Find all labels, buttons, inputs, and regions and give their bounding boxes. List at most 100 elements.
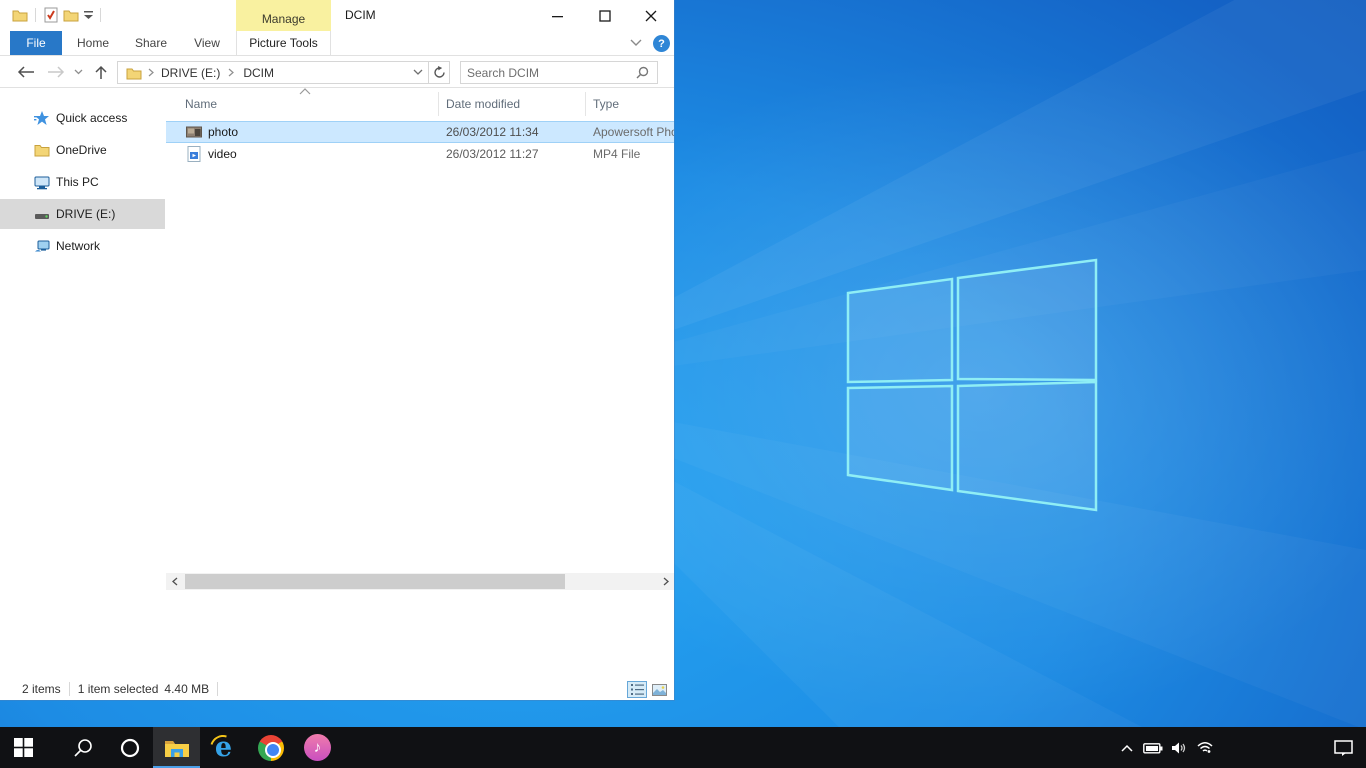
forward-button[interactable] <box>45 62 67 82</box>
folder-icon <box>34 142 50 158</box>
taskbar: e ♪ <box>0 727 1366 768</box>
large-icons-view-button[interactable] <box>649 681 669 698</box>
toolbar-separator <box>100 8 101 22</box>
cortana-icon <box>120 738 140 758</box>
sidebar-item-label: OneDrive <box>56 143 107 157</box>
tab-home[interactable]: Home <box>68 31 118 55</box>
address-dropdown-chevron-icon[interactable] <box>408 69 428 76</box>
up-button[interactable] <box>90 62 112 82</box>
internet-explorer-button[interactable]: e <box>200 727 247 768</box>
volume-icon[interactable] <box>1166 727 1192 768</box>
tab-file[interactable]: File <box>10 31 62 55</box>
ribbon-tabs-row: File Home Share View Picture Tools ? <box>0 31 674 56</box>
column-header-name[interactable]: Name <box>185 92 217 116</box>
recent-locations-chevron-icon[interactable] <box>70 62 86 82</box>
scrollbar-thumb[interactable] <box>185 574 565 589</box>
cortana-button[interactable] <box>106 727 153 768</box>
breadcrumb-folder[interactable]: DCIM <box>241 66 276 80</box>
sidebar-item-quick-access[interactable]: Quick access <box>0 103 165 133</box>
scroll-right-arrow-icon[interactable] <box>657 573 674 590</box>
customize-quick-access-icon[interactable] <box>81 6 95 24</box>
file-date-modified: 26/03/2012 11:27 <box>446 147 539 161</box>
column-divider[interactable] <box>438 92 439 116</box>
start-button[interactable] <box>0 727 47 768</box>
back-button[interactable] <box>15 62 37 82</box>
breadcrumb-drive[interactable]: DRIVE (E:) <box>159 66 222 80</box>
tab-share[interactable]: Share <box>124 31 178 55</box>
search-icon <box>73 738 93 758</box>
status-bar: 2 items 1 item selected 4.40 MB <box>0 678 674 700</box>
system-tray <box>1114 727 1366 768</box>
refresh-icon <box>433 66 446 79</box>
hidden-icons-chevron-icon[interactable] <box>1114 727 1140 768</box>
column-header-date-modified[interactable]: Date modified <box>446 92 520 116</box>
file-type: MP4 File <box>593 147 674 161</box>
taskbar-file-explorer-button[interactable] <box>153 727 200 768</box>
minimize-button[interactable] <box>535 0 581 31</box>
status-separator <box>69 682 70 696</box>
crumb-chevron-icon <box>148 68 155 77</box>
file-explorer-window: Manage DCIM File Home Share View Picture… <box>0 0 674 700</box>
wifi-icon[interactable] <box>1192 727 1218 768</box>
tab-view[interactable]: View <box>182 31 232 55</box>
properties-check-icon[interactable] <box>41 6 61 24</box>
address-bar[interactable]: DRIVE (E:) DCIM <box>117 61 450 84</box>
search-icon <box>636 66 649 79</box>
address-bar-row: DRIVE (E:) DCIM <box>0 56 674 88</box>
large-icons-view-icon <box>652 684 667 696</box>
minimize-icon <box>552 10 564 22</box>
maximize-icon <box>599 10 611 22</box>
file-name: video <box>208 147 237 161</box>
up-arrow-icon <box>95 65 107 80</box>
selection-count: 1 item selected <box>78 682 159 696</box>
manage-label: Manage <box>262 12 305 26</box>
close-icon <box>645 10 657 22</box>
column-header-type[interactable]: Type <box>593 92 619 116</box>
selection-size: 4.40 MB <box>164 682 209 696</box>
folder-icon[interactable] <box>10 6 30 24</box>
file-type: Apowersoft Pho <box>593 125 674 139</box>
network-icon <box>34 238 50 254</box>
search-box[interactable] <box>460 61 658 84</box>
chrome-icon <box>258 735 284 761</box>
search-input[interactable] <box>461 66 636 80</box>
chrome-button[interactable] <box>247 727 294 768</box>
sort-ascending-icon[interactable] <box>299 88 311 95</box>
scroll-left-arrow-icon[interactable] <box>166 573 183 590</box>
sidebar-item-onedrive[interactable]: OneDrive <box>0 135 165 165</box>
folder-icon <box>126 66 142 80</box>
window-title: DCIM <box>345 8 376 22</box>
drive-icon <box>34 206 50 222</box>
crumb-chevron-icon <box>228 68 235 77</box>
ribbon-collapse-chevron-icon[interactable] <box>630 36 648 52</box>
sidebar-item-network[interactable]: Network <box>0 231 165 261</box>
details-view-button[interactable] <box>627 681 647 698</box>
tab-picture-tools[interactable]: Picture Tools <box>236 31 331 55</box>
horizontal-scrollbar[interactable] <box>166 573 674 590</box>
details-view-icon <box>631 684 644 695</box>
taskbar-search-button[interactable] <box>59 727 106 768</box>
column-divider[interactable] <box>585 92 586 116</box>
file-explorer-icon <box>164 737 190 759</box>
itunes-button[interactable]: ♪ <box>294 727 341 768</box>
sidebar-item-this-pc[interactable]: This PC <box>0 167 165 197</box>
toolbar-separator <box>35 8 36 22</box>
close-button[interactable] <box>628 0 674 31</box>
maximize-button[interactable] <box>582 0 628 31</box>
breadcrumb: DRIVE (E:) DCIM <box>118 66 408 80</box>
photo-file-icon <box>186 124 202 140</box>
sidebar-item-label: Quick access <box>56 111 127 125</box>
forward-arrow-icon <box>47 66 65 78</box>
back-arrow-icon <box>17 66 35 78</box>
file-row-video[interactable]: video 26/03/2012 11:27 MP4 File <box>166 143 674 165</box>
refresh-button[interactable] <box>428 61 449 84</box>
sidebar-item-drive-e[interactable]: DRIVE (E:) <box>0 199 165 229</box>
help-icon[interactable]: ? <box>653 35 670 52</box>
new-folder-icon[interactable] <box>61 6 81 24</box>
file-row-photo[interactable]: photo 26/03/2012 11:34 Apowersoft Pho <box>166 121 674 143</box>
file-name: photo <box>208 125 238 139</box>
action-center-icon[interactable] <box>1322 727 1366 768</box>
contextual-tab-group-manage[interactable]: Manage <box>236 0 331 31</box>
battery-icon[interactable] <box>1140 727 1166 768</box>
sidebar-item-label: Network <box>56 239 100 253</box>
